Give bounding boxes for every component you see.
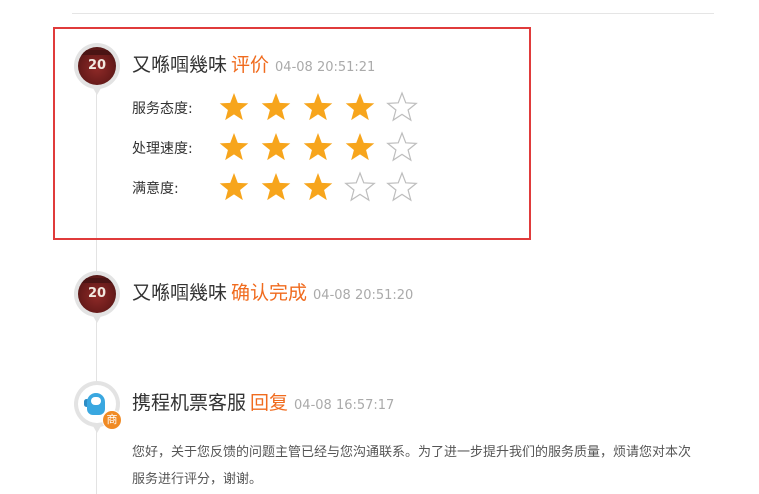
- service-name[interactable]: 携程机票客服: [132, 392, 246, 414]
- highlight-annotation-box: [53, 27, 531, 240]
- action-label: 回复: [250, 392, 289, 414]
- user-avatar[interactable]: 20: [74, 271, 120, 333]
- entry-header: 又喺啯幾味 确认完成 04-08 20:51:20: [132, 281, 413, 308]
- jersey-number: 20: [87, 58, 107, 73]
- jersey-avatar-icon: 20: [78, 47, 116, 85]
- service-avatar[interactable]: 商: [74, 381, 122, 443]
- jersey-number: 20: [87, 286, 107, 301]
- timestamp: 04-08 20:51:20: [313, 288, 414, 303]
- action-label: 确认完成: [231, 282, 308, 304]
- jersey-avatar-icon: 20: [78, 275, 116, 313]
- user-name[interactable]: 又喺啯幾味: [132, 282, 227, 304]
- top-divider: [72, 13, 714, 14]
- merchant-badge: 商: [102, 410, 122, 430]
- entry-header: 携程机票客服 回复 04-08 16:57:17: [132, 391, 394, 418]
- timestamp: 04-08 16:57:17: [294, 398, 395, 413]
- reply-message: 您好，关于您反馈的问题主管已经与您沟通联系。为了进一步提升我们的服务质量，烦请您…: [132, 445, 692, 487]
